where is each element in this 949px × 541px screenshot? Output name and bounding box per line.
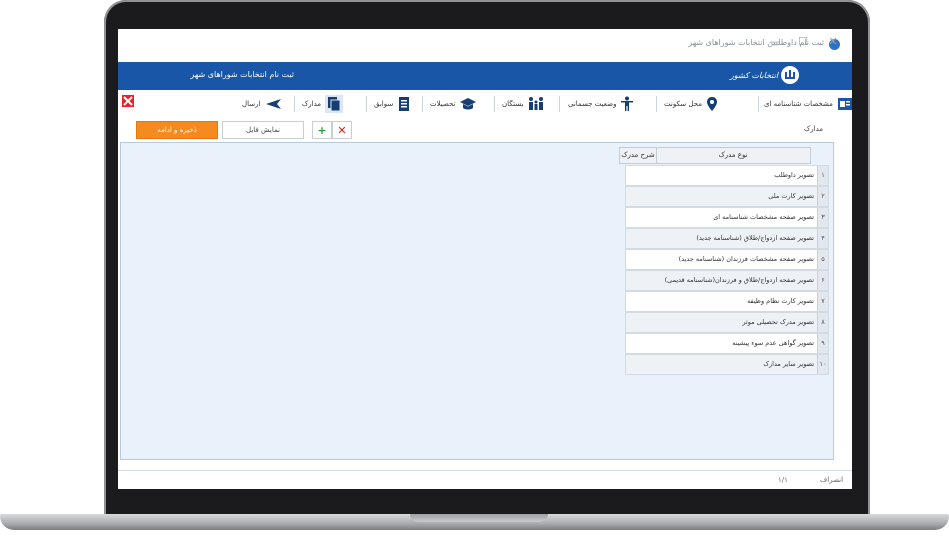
delete-icon[interactable]: ✕: [332, 121, 352, 139]
maximize-button[interactable]: ☐: [794, 35, 812, 48]
app-header: ثبت نام انتخابات شوراهای شهر ستاد انتخاب…: [118, 62, 852, 90]
row-type: تصویر گواهی عدم سوء پیشینه: [732, 339, 814, 347]
page-indicator: ۱/۱: [778, 476, 788, 484]
row-number: ۷: [817, 292, 828, 311]
table-row[interactable]: ۸ تصویر مدرک تحصیلی موثر: [625, 312, 829, 333]
tab-relatives-label: بستگان: [502, 100, 524, 108]
close-button[interactable]: ✕: [824, 35, 842, 48]
row-type: تصویر صفحه مشخصات شناسنامه ای: [713, 213, 814, 221]
row-number: ۶: [817, 271, 828, 290]
election-logo-icon: [781, 66, 799, 84]
app-window: ثبت نام داوطلبین انتخابات شوراهای شهر — …: [118, 29, 852, 489]
tab-documents[interactable]: مدارک: [302, 94, 344, 114]
tab-physical-status[interactable]: وضعیت جسمانی: [568, 94, 634, 114]
table-row[interactable]: ۳ تصویر صفحه مشخصات شناسنامه ای: [625, 207, 829, 228]
documents-icon: [325, 95, 344, 113]
row-number: ۸: [817, 313, 828, 332]
save-and-continue-button[interactable]: ذخیره و ادامه: [136, 121, 218, 139]
tab-identity-label: مشخصات شناسنامه ای: [764, 100, 833, 108]
toolbar: مشخصات شناسنامه ای محل سکونت وضعیت جسمان…: [118, 92, 852, 116]
toolbar-divider: [294, 96, 295, 112]
row-type: تصویر کارت ملی: [768, 192, 814, 200]
tab-records[interactable]: سوابق: [374, 94, 411, 114]
row-number: ۲: [817, 187, 828, 206]
table-row[interactable]: ۵ تصویر صفحه مشخصات فرزندان (شناسنامه جد…: [625, 249, 829, 270]
table-row[interactable]: ۱۰ تصویر سایر مدارک: [625, 354, 829, 375]
row-type: تصویر مدرک تحصیلی موثر: [742, 318, 814, 326]
tab-records-label: سوابق: [374, 100, 394, 108]
tab-education-label: تحصیلات: [430, 100, 456, 108]
column-header-description[interactable]: شرح مدرک: [619, 147, 657, 164]
tab-identity[interactable]: مشخصات شناسنامه ای: [764, 94, 852, 114]
row-number: ۹: [817, 334, 828, 353]
exit-icon[interactable]: [122, 95, 134, 107]
table-row[interactable]: ۷ تصویر کارت نظام وظیفه: [625, 291, 829, 312]
row-number: ۱۰: [817, 355, 828, 374]
documents-grid: نوع مدرک شرح مدرک ۱ تصویر داوطلب ۲ تصویر…: [120, 142, 834, 460]
id-card-icon: [837, 98, 852, 110]
cancel-link[interactable]: انصراف: [820, 476, 843, 484]
toolbar-divider: [494, 96, 495, 112]
row-type: تصویر داوطلب: [774, 171, 814, 179]
records-icon: [399, 97, 410, 111]
tab-physical-status-label: وضعیت جسمانی: [568, 100, 617, 108]
tab-documents-label: مدارک: [302, 100, 322, 108]
person-icon: [621, 96, 634, 111]
minimize-button[interactable]: —: [766, 35, 784, 48]
show-file-button[interactable]: نمایش فایل: [222, 121, 304, 139]
table-row[interactable]: ۱ تصویر داوطلب: [625, 165, 829, 186]
table-row[interactable]: ۶ تصویر صفحه ازدواج/طلاق و فرزندان(شناسن…: [625, 270, 829, 291]
row-type: تصویر صفحه مشخصات فرزندان (شناسنامه جدید…: [678, 255, 814, 263]
table-row[interactable]: ۴ تصویر صفحه ازدواج/طلاق (شناسنامه جدید): [625, 228, 829, 249]
send-arrow-icon: [266, 99, 282, 109]
row-number: ۵: [817, 250, 828, 269]
toolbar-divider: [559, 96, 560, 112]
tab-send[interactable]: ارسال: [242, 94, 282, 114]
row-type: تصویر صفحه ازدواج/طلاق (شناسنامه جدید): [696, 234, 814, 242]
documents-section-label: مدارک: [804, 125, 824, 133]
toolbar-divider: [422, 96, 423, 112]
tab-send-label: ارسال: [242, 100, 261, 108]
status-bar: ۱/۱ انصراف: [118, 470, 852, 489]
location-pin-icon: [706, 97, 717, 111]
add-icon[interactable]: +: [312, 121, 332, 139]
table-row[interactable]: ۲ تصویر کارت ملی: [625, 186, 829, 207]
title-bar: ثبت نام داوطلبین انتخابات شوراهای شهر — …: [118, 29, 852, 61]
graduation-cap-icon: [460, 98, 477, 110]
family-icon: [529, 97, 544, 110]
tab-relatives[interactable]: بستگان: [502, 94, 545, 114]
header-title: ثبت نام انتخابات شوراهای شهر: [190, 70, 294, 79]
brand: ستاد انتخابات کشور: [730, 65, 800, 87]
tab-education[interactable]: تحصیلات: [430, 94, 477, 114]
row-number: ۳: [817, 208, 828, 227]
toolbar-divider: [758, 96, 759, 112]
toolbar-divider: [656, 96, 657, 112]
row-type: تصویر سایر مدارک: [763, 360, 814, 368]
row-type: تصویر کارت نظام وظیفه: [747, 297, 814, 305]
row-number: ۱: [817, 166, 828, 185]
table-row[interactable]: ۹ تصویر گواهی عدم سوء پیشینه: [625, 333, 829, 354]
row-type: تصویر صفحه ازدواج/طلاق و فرزندان(شناسنام…: [664, 276, 814, 284]
tab-residence[interactable]: محل سکونت: [664, 94, 718, 114]
laptop-notch: [410, 514, 548, 522]
column-header-type[interactable]: نوع مدرک: [655, 147, 811, 164]
tab-residence-label: محل سکونت: [664, 100, 702, 108]
row-number: ۴: [817, 229, 828, 248]
toolbar-divider: [366, 96, 367, 112]
